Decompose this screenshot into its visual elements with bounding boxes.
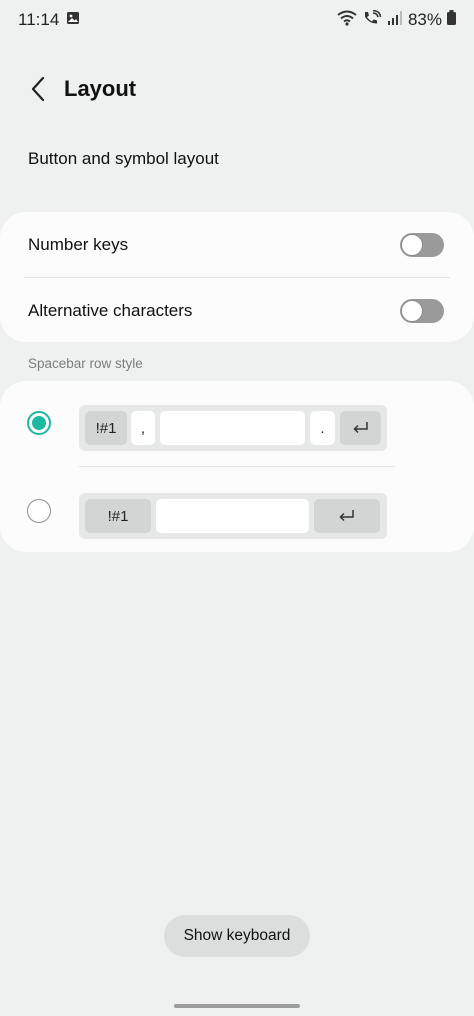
number-keys-row[interactable]: Number keys — [0, 212, 474, 277]
spacebar-row-style-label: Spacebar row style — [28, 356, 143, 371]
status-left: 11:14 — [18, 10, 80, 30]
alternative-characters-toggle[interactable] — [400, 298, 444, 323]
show-keyboard-button[interactable]: Show keyboard — [164, 915, 310, 957]
status-right: 83% — [337, 9, 456, 31]
battery-text: 83% — [407, 10, 442, 29]
spacebar-key — [156, 499, 309, 533]
battery-icon — [447, 10, 456, 30]
spacebar-option-2[interactable]: !#1 — [0, 477, 474, 547]
alternative-characters-label: Alternative characters — [28, 300, 193, 320]
symbol-key-label: !#1 — [107, 507, 129, 525]
spacebar-option-1-radio[interactable] — [27, 411, 51, 435]
symbol-key: !#1 — [85, 499, 151, 533]
header: Layout — [0, 66, 474, 112]
period-key-label: . — [320, 419, 325, 437]
enter-key — [314, 499, 380, 533]
status-time: 11:14 — [18, 10, 60, 29]
spacebar-key — [160, 411, 305, 445]
gallery-icon — [66, 10, 80, 30]
keyboard-preview-1: !#1 , . — [79, 405, 387, 451]
back-button[interactable] — [18, 69, 58, 109]
chevron-left-icon — [31, 76, 45, 102]
enter-icon — [339, 510, 354, 522]
page-title: Layout — [64, 76, 137, 101]
spacebar-option-1[interactable]: !#1 , . — [0, 389, 474, 459]
status-bar: 11:14 83% — [0, 0, 474, 40]
keyboard-preview-2: !#1 — [79, 493, 387, 539]
button-symbol-layout-item[interactable]: Button and symbol layout — [0, 136, 474, 182]
symbol-key-label: !#1 — [95, 419, 117, 437]
symbol-key: !#1 — [85, 411, 127, 445]
spacebar-option-2-radio[interactable] — [27, 499, 51, 523]
number-keys-toggle[interactable] — [400, 232, 444, 257]
wifi-call-icon — [362, 9, 382, 31]
comma-key: , — [131, 411, 155, 445]
button-symbol-layout-label: Button and symbol layout — [28, 149, 219, 168]
wifi-icon — [337, 10, 357, 31]
home-indicator[interactable] — [174, 1004, 300, 1008]
number-keys-label: Number keys — [28, 234, 129, 254]
comma-key-label: , — [140, 419, 146, 437]
divider — [79, 466, 395, 467]
toggles-card: Number keys Alternative characters — [0, 212, 474, 342]
signal-icon — [387, 10, 403, 31]
enter-key — [340, 411, 381, 445]
spacebar-style-card: !#1 , . !#1 — [0, 381, 474, 552]
alternative-characters-row[interactable]: Alternative characters — [0, 278, 474, 343]
enter-icon — [352, 422, 368, 434]
show-keyboard-label: Show keyboard — [183, 927, 291, 944]
period-key: . — [310, 411, 335, 445]
